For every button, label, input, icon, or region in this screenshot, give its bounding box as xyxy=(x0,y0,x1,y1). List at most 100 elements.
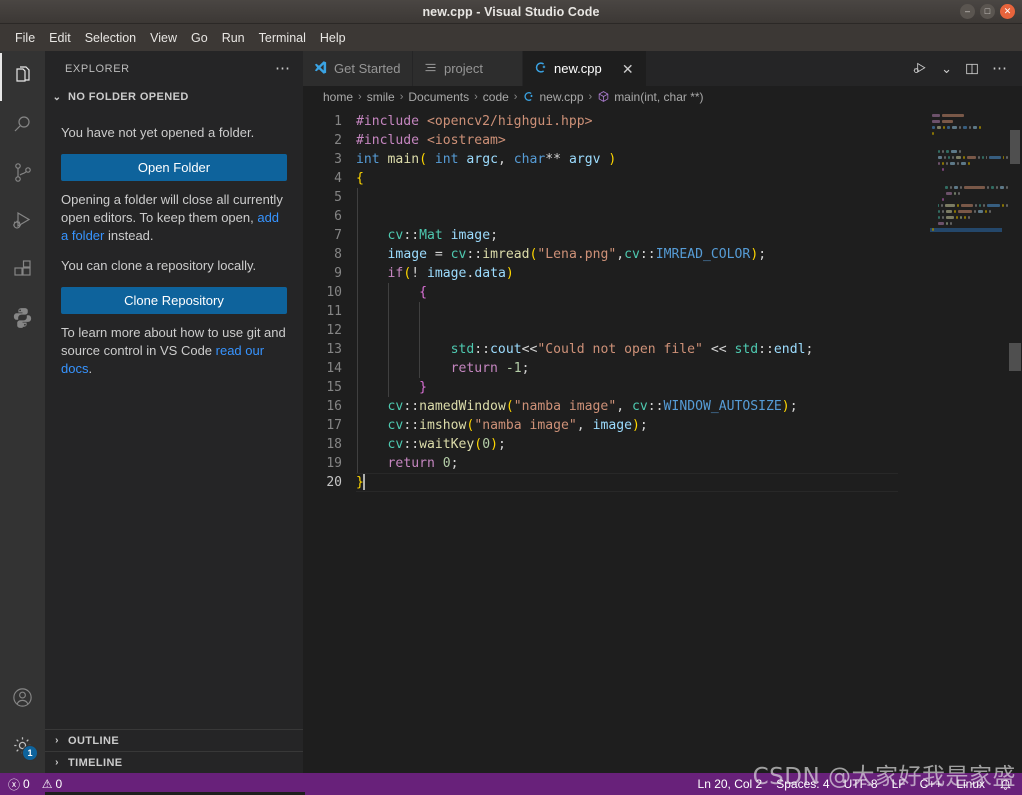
tab-label: project xyxy=(444,61,484,76)
panel-timeline[interactable]: › TIMELINE xyxy=(45,751,303,773)
code-line[interactable]: cv::waitKey(0); xyxy=(356,435,930,454)
activitybar-accounts[interactable] xyxy=(0,673,45,721)
line-number: 14 xyxy=(326,361,342,376)
minimap[interactable] xyxy=(930,108,1008,773)
indent-guide xyxy=(356,302,358,321)
language-mode-status[interactable]: C++ xyxy=(920,777,943,791)
close-button[interactable]: ✕ xyxy=(1000,4,1015,19)
notifications-bell-icon[interactable] xyxy=(999,778,1012,791)
code-line[interactable]: #include <opencv2/highgui.hpp> xyxy=(356,112,930,131)
minimize-button[interactable]: – xyxy=(960,4,975,19)
chevron-down-icon[interactable]: ⌄ xyxy=(937,62,956,75)
menu-terminal[interactable]: Terminal xyxy=(252,28,313,48)
menu-run[interactable]: Run xyxy=(215,28,252,48)
breadcrumb-item-code[interactable]: code xyxy=(483,90,509,104)
activitybar-explorer[interactable] xyxy=(0,53,45,101)
breadcrumb-item-symbol[interactable]: main(int, char **) xyxy=(597,90,704,104)
code-token: :: xyxy=(403,399,420,414)
code-line[interactable]: } xyxy=(356,378,930,397)
cursor-position[interactable]: Ln 20, Col 2 xyxy=(698,777,763,791)
code-line[interactable] xyxy=(356,302,930,321)
platform-status[interactable]: Linux xyxy=(956,777,985,791)
code-line[interactable]: int main( int argc, char** argv ) xyxy=(356,150,930,169)
code-token: ; xyxy=(789,399,798,414)
open-folder-button[interactable]: Open Folder xyxy=(61,153,287,181)
activitybar-source-control[interactable] xyxy=(0,149,45,197)
minimap-line xyxy=(930,210,1008,214)
code-token: ; xyxy=(490,228,498,243)
panel-outline[interactable]: › OUTLINE xyxy=(45,729,303,751)
split-editor-icon[interactable] xyxy=(960,59,984,79)
activitybar-run-debug[interactable] xyxy=(0,197,45,245)
code-token: ) xyxy=(608,152,617,167)
activitybar-search[interactable] xyxy=(0,101,45,149)
extensions-icon xyxy=(11,257,35,281)
code-line[interactable]: return 0; xyxy=(356,454,930,473)
encoding-status[interactable]: UTF-8 xyxy=(844,777,878,791)
chevron-right-icon: › xyxy=(55,735,59,746)
line-number: 13 xyxy=(326,342,342,357)
menu-go[interactable]: Go xyxy=(184,28,215,48)
editor-scrollbar[interactable] xyxy=(1008,108,1022,773)
code-token: { xyxy=(419,285,427,300)
tab-get-started[interactable]: Get Started xyxy=(303,51,413,86)
menu-help[interactable]: Help xyxy=(313,28,353,48)
indent-guide xyxy=(356,245,358,264)
code-line[interactable]: { xyxy=(356,169,930,188)
section-no-folder-opened[interactable]: ⌄ NO FOLDER OPENED xyxy=(45,86,303,108)
code-line[interactable] xyxy=(356,321,930,340)
problems-status[interactable]: ⓧ 0 ⚠ 0 xyxy=(8,776,62,793)
indentation-status[interactable]: Spaces: 4 xyxy=(776,777,829,791)
menu-edit[interactable]: Edit xyxy=(42,28,78,48)
minimap-token xyxy=(958,150,961,153)
code-token: char xyxy=(513,152,546,167)
code-line[interactable]: if(! image.data) xyxy=(356,264,930,283)
code-token: ( xyxy=(505,399,514,414)
eol-status[interactable]: LF xyxy=(892,777,906,791)
tab-project[interactable]: project xyxy=(413,51,523,86)
search-icon xyxy=(11,113,35,137)
code-line[interactable]: std::cout<<"Could not open file" << std:… xyxy=(356,340,930,359)
menu-view[interactable]: View xyxy=(143,28,184,48)
clone-repository-button[interactable]: Clone Repository xyxy=(61,286,287,314)
code-editor[interactable]: 1 2 3 4 5 6 7 8 9 10 11 12 13 14 15 16 17 18 19 20 #include… xyxy=(303,108,930,773)
code-line[interactable]: } xyxy=(356,473,930,492)
scrollbar-thumb-top[interactable] xyxy=(1010,130,1020,164)
code-line[interactable] xyxy=(356,207,930,226)
tab-new-cpp[interactable]: new.cpp ✕ xyxy=(523,51,647,86)
code-content[interactable]: #include <opencv2/highgui.hpp> #include <… xyxy=(356,112,930,773)
code-line[interactable]: return -1; xyxy=(356,359,930,378)
breadcrumb-item-smile[interactable]: smile xyxy=(367,90,395,104)
breadcrumb-separator: › xyxy=(513,91,518,103)
minimap-token xyxy=(958,126,961,129)
more-actions-icon[interactable]: ⋯ xyxy=(988,61,1012,76)
activitybar-settings[interactable]: 1 xyxy=(0,721,45,769)
breadcrumb-item-documents[interactable]: Documents xyxy=(408,90,469,104)
code-line[interactable]: cv::imshow("namba image", image); xyxy=(356,416,930,435)
run-or-debug-icon[interactable] xyxy=(908,58,933,79)
code-line[interactable]: cv::Mat image; xyxy=(356,226,930,245)
code-line[interactable]: image = cv::imread("Lena.png",cv::IMREAD… xyxy=(356,245,930,264)
tab-close-icon[interactable]: ✕ xyxy=(620,62,636,76)
minimap-token xyxy=(1002,204,1005,207)
maximize-button[interactable]: □ xyxy=(980,4,995,19)
breadcrumb-item-file[interactable]: new.cpp xyxy=(522,90,584,104)
code-line[interactable]: #include <iostream> xyxy=(356,131,930,150)
code-token: image xyxy=(450,228,491,243)
code-line[interactable]: cv::namedWindow("namba image", cv::WINDO… xyxy=(356,397,930,416)
activitybar-python[interactable] xyxy=(0,293,45,341)
sidebar-more-actions-icon[interactable]: ⋯ xyxy=(271,61,295,76)
code-token: 0 xyxy=(442,456,451,471)
scrollbar-thumb-bottom[interactable] xyxy=(1009,343,1021,371)
code-line[interactable] xyxy=(356,188,930,207)
menu-file[interactable]: File xyxy=(8,28,42,48)
minimap-token xyxy=(946,216,954,219)
code-line[interactable]: { xyxy=(356,283,930,302)
minimap-token xyxy=(987,186,990,189)
menu-selection[interactable]: Selection xyxy=(78,28,143,48)
activitybar-extensions[interactable] xyxy=(0,245,45,293)
text-cursor xyxy=(362,473,365,490)
code-token: "namba image" xyxy=(513,399,617,414)
breadcrumb-item-home[interactable]: home xyxy=(323,90,353,104)
